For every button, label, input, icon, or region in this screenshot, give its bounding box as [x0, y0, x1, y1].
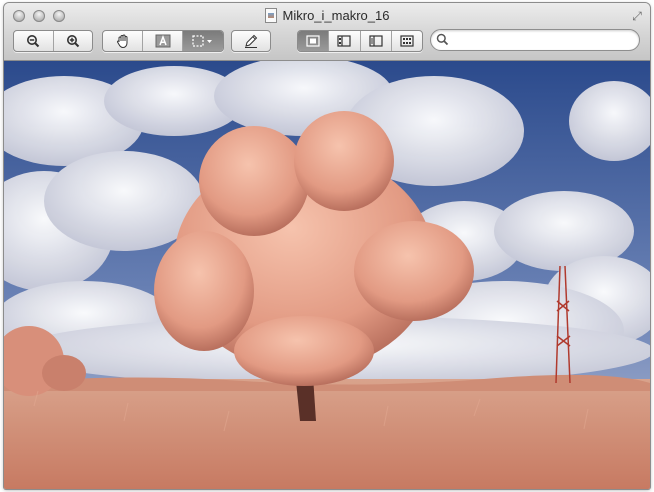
search-input[interactable] [453, 32, 635, 49]
zoom-out-button[interactable] [14, 31, 54, 51]
titlebar: Mikro_i_makro_16 ⤢ [4, 3, 650, 61]
rect-select-button[interactable] [182, 31, 223, 51]
zoom-control-group [13, 30, 93, 52]
document-image-icon [264, 8, 277, 23]
window-title: Mikro_i_makro_16 [282, 8, 390, 23]
text-select-icon [155, 34, 170, 48]
fullscreen-icon[interactable]: ⤢ [630, 9, 644, 23]
content-only-icon [306, 35, 320, 47]
view-table-of-contents-button[interactable] [361, 31, 392, 51]
annotate-control-group [231, 30, 271, 52]
hand-tool-button[interactable] [103, 31, 144, 51]
view-control-group [297, 30, 423, 52]
view-content-only-button[interactable] [298, 31, 330, 51]
pencil-icon [245, 34, 258, 48]
search-field[interactable] [430, 29, 640, 51]
zoom-in-icon [66, 35, 79, 48]
image-viewer[interactable] [4, 61, 650, 489]
window-title-area: Mikro_i_makro_16 [4, 8, 650, 28]
rectangle-selection-icon [192, 35, 212, 47]
view-thumbnails-button[interactable] [329, 31, 361, 51]
photo-infrared-tree [4, 61, 650, 489]
view-contact-sheet-button[interactable] [392, 31, 422, 51]
annotate-button[interactable] [232, 31, 270, 51]
tools-control-group [102, 30, 224, 52]
hand-icon [116, 34, 128, 49]
text-select-button[interactable] [143, 31, 183, 51]
search-icon [436, 33, 449, 46]
toc-icon [369, 35, 383, 47]
preview-window: Mikro_i_makro_16 ⤢ [4, 3, 650, 489]
thumbnails-icon [337, 35, 351, 47]
contact-sheet-icon [400, 35, 414, 47]
zoom-in-button[interactable] [54, 31, 93, 51]
zoom-out-icon [27, 35, 40, 48]
